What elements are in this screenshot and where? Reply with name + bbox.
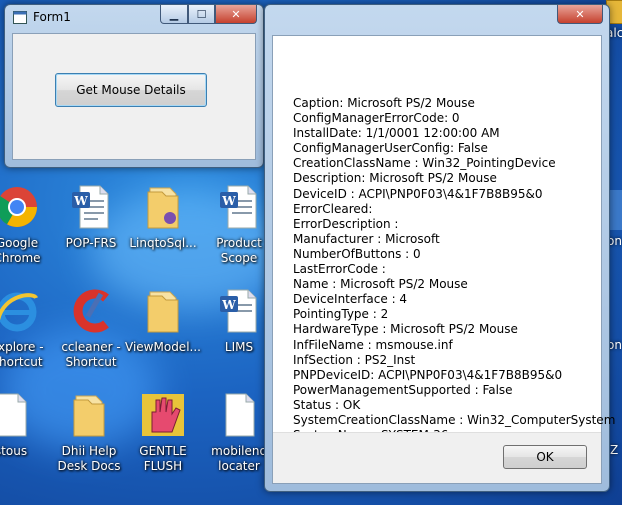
detail-line: ErrorDescription :: [293, 216, 399, 231]
mouse-details-text: Caption: Microsoft PS/2 Mouse ConfigManag…: [293, 96, 615, 443]
svg-text:W: W: [73, 194, 88, 208]
detail-line: PowerManagementSupported : False: [293, 382, 513, 397]
desktop-icon-label: LinqtoSql...: [129, 236, 197, 250]
close-button[interactable]: ✕: [557, 5, 603, 24]
close-button[interactable]: ✕: [215, 5, 257, 24]
folder-icon: [140, 184, 186, 230]
ccleaner-icon: [68, 288, 114, 334]
minimize-icon: ▁: [169, 7, 179, 21]
detail-line: Name : Microsoft PS/2 Mouse: [293, 277, 468, 292]
document-icon: [216, 392, 262, 438]
message-body: Caption: Microsoft PS/2 Mouse ConfigManag…: [273, 36, 615, 442]
detail-line: ErrorCleared:: [293, 201, 373, 216]
desktop-icon-label: ccleaner - Shortcut: [61, 340, 121, 369]
message-footer: OK: [273, 432, 601, 483]
detail-line: PNPDeviceID: ACPI\PNP0F03\4&1F7B8B95&0: [293, 367, 563, 382]
detail-line: CreationClassName : Win32_PointingDevice: [293, 156, 556, 171]
right-edge-icon-label: Z: [610, 443, 619, 457]
detail-line: SystemCreationClassName : Win32_Computer…: [293, 412, 616, 427]
word-doc-icon: W: [68, 184, 114, 230]
minimize-button[interactable]: ▁: [160, 5, 188, 24]
hand-icon: [140, 392, 186, 438]
desktop-icon-viewmodel[interactable]: ViewModel...: [122, 288, 204, 355]
word-doc-icon: W: [216, 184, 262, 230]
desktop-icon-label: stous: [0, 444, 28, 458]
app-icon: [13, 11, 27, 24]
detail-line: InstallDate: 1/1/0001 12:00:00 AM: [293, 126, 500, 141]
detail-line: Status : OK: [293, 397, 361, 412]
word-doc-icon: W: [216, 288, 262, 334]
desktop-icon-gentle-flush[interactable]: GENTLE FLUSH: [122, 392, 204, 474]
document-icon: [0, 392, 34, 438]
desktop-icon-label: Dhii Help Desk Docs: [57, 444, 121, 473]
message-box-client-area: Caption: Microsoft PS/2 Mouse ConfigManag…: [272, 35, 615, 484]
caption-buttons: ▁ ☐ ✕: [160, 5, 257, 24]
detail-line: Manufacturer : Microsoft: [293, 231, 440, 246]
desktop-icon-label: ViewModel...: [125, 340, 201, 354]
ok-button[interactable]: OK: [503, 445, 587, 469]
form1-titlebar[interactable]: Form1 ▁ ☐ ✕: [5, 5, 263, 31]
desktop-icon-dhii-help-desk-docs[interactable]: Dhii Help Desk Docs: [48, 392, 130, 474]
svg-text:W: W: [221, 194, 236, 208]
detail-line: DeviceInterface : 4: [293, 292, 408, 307]
form1-client-area: Get Mouse Details: [12, 33, 256, 160]
detail-line: NumberOfButtons : 0: [293, 246, 421, 261]
maximize-button[interactable]: ☐: [188, 5, 215, 24]
message-box-titlebar[interactable]: ✕: [265, 5, 609, 31]
desktop-icon-ccleaner[interactable]: ccleaner - Shortcut: [50, 288, 132, 370]
detail-line: InfFileName : msmouse.inf: [293, 337, 453, 352]
message-box-window[interactable]: ✕ Caption: Microsoft PS/2 Mouse ConfigMan…: [264, 4, 615, 492]
detail-line: ConfigManagerErrorCode: 0: [293, 111, 460, 126]
desktop-icon-stous[interactable]: stous: [0, 392, 52, 459]
detail-line: Description: Microsoft PS/2 Mouse: [293, 171, 497, 186]
close-icon: ✕: [575, 7, 585, 21]
desktop-icon-label: GENTLE FLUSH: [139, 444, 187, 473]
close-icon: ✕: [231, 7, 241, 21]
maximize-icon: ☐: [196, 7, 207, 21]
chrome-icon: [0, 184, 40, 230]
caption-buttons: ✕: [557, 5, 603, 24]
detail-line: InfSection : PS2_Inst: [293, 352, 416, 367]
detail-line: DeviceID : ACPI\PNP0F03\4&1F7B8B95&0: [293, 186, 543, 201]
form1-window[interactable]: Form1 ▁ ☐ ✕ Get Mouse Details: [4, 4, 264, 168]
desktop-icon-pop-frs[interactable]: W POP-FRS: [50, 184, 132, 251]
desktop-icon-label: POP-FRS: [65, 236, 117, 250]
get-mouse-details-button[interactable]: Get Mouse Details: [55, 73, 207, 107]
ie-icon: [0, 288, 40, 334]
detail-line: HardwareType : Microsoft PS/2 Mouse: [293, 322, 518, 337]
folder-icon: [66, 392, 112, 438]
detail-line: PointingType : 2: [293, 307, 389, 322]
svg-text:W: W: [221, 298, 236, 312]
detail-line: ConfigManagerUserConfig: False: [293, 141, 488, 156]
detail-line: LastErrorCode :: [293, 262, 386, 277]
folder-icon: [140, 288, 186, 334]
detail-line: Caption: Microsoft PS/2 Mouse: [293, 96, 475, 110]
window-title: Form1: [33, 10, 71, 24]
desktop-icon-linqtosql[interactable]: LinqtoSql...: [122, 184, 204, 251]
